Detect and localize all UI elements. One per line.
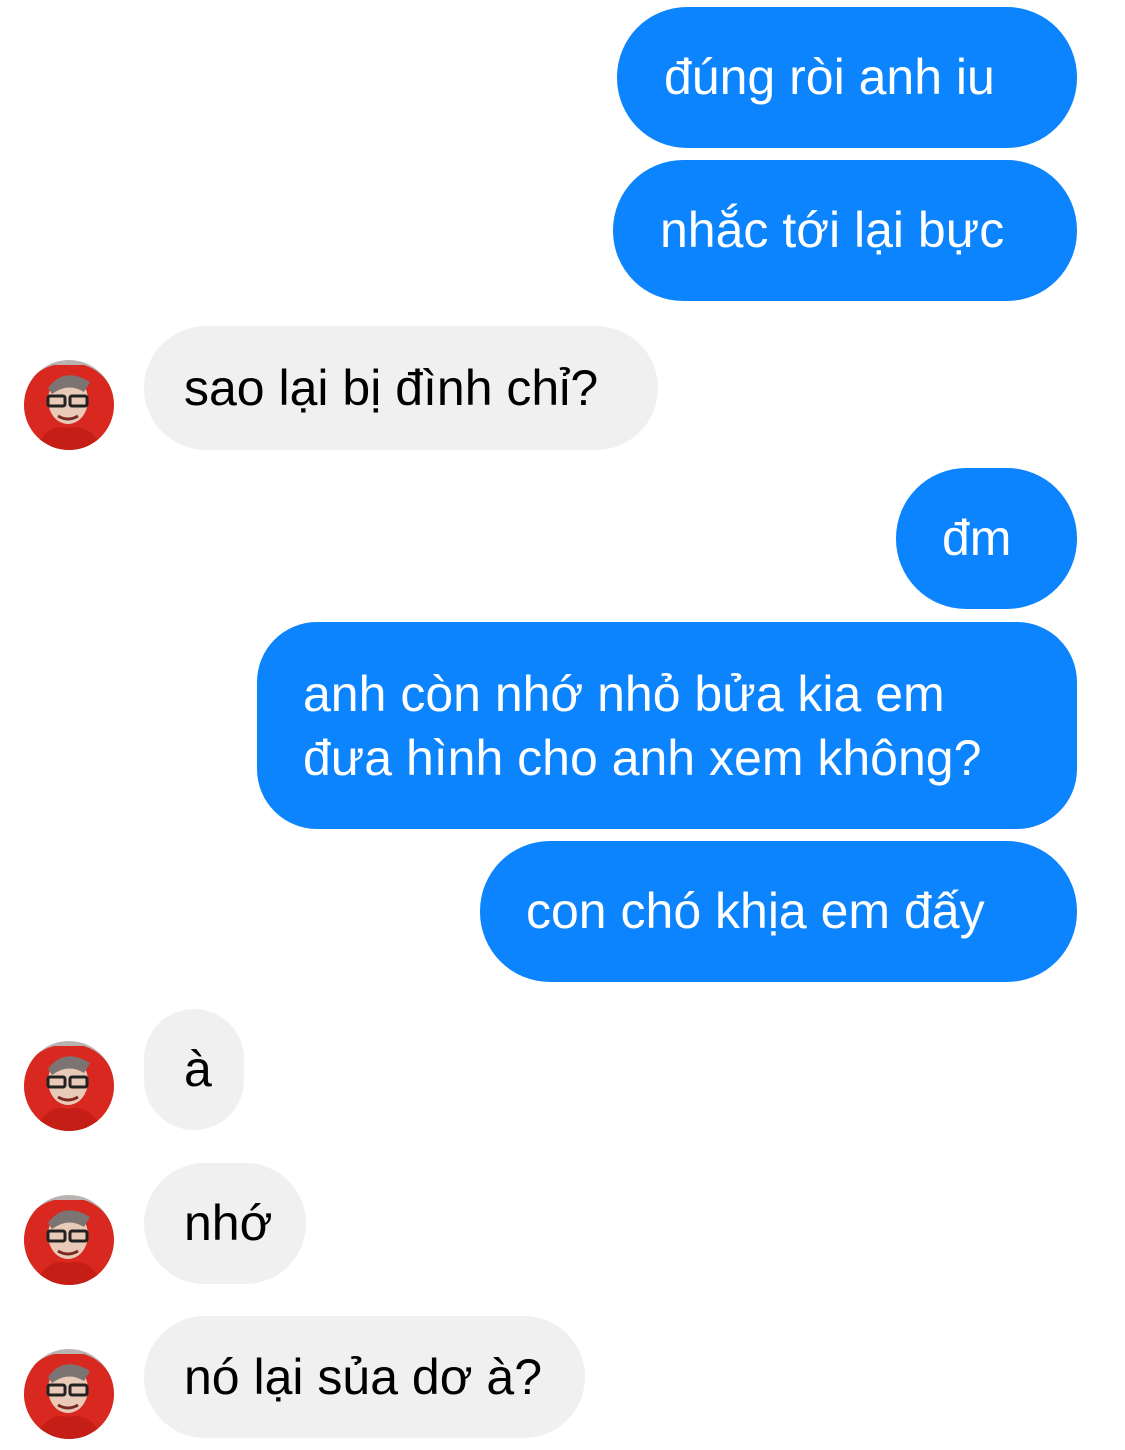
outgoing-message[interactable]: đúng ròi anh iu	[617, 7, 1077, 148]
outgoing-message[interactable]: đm	[896, 468, 1077, 609]
contact-avatar-icon	[24, 1041, 114, 1131]
message-text: nhắc tới lại bực	[660, 202, 1005, 258]
contact-avatar-icon	[24, 1195, 114, 1285]
message-text: đm	[942, 510, 1012, 566]
message-line: đưa hình cho anh xem không?	[303, 730, 982, 786]
outgoing-message[interactable]: nhắc tới lại bực	[613, 160, 1077, 301]
message-text: sao lại bị đình chỉ?	[184, 360, 599, 416]
message-line: anh còn nhớ nhỏ bửa kia em	[303, 666, 945, 722]
contact-avatar-icon	[24, 1349, 114, 1439]
outgoing-message[interactable]: con chó khịa em đấy	[480, 841, 1077, 982]
message-text: nó lại sủa dơ à?	[184, 1349, 543, 1405]
incoming-message[interactable]: nó lại sủa dơ à?	[144, 1316, 585, 1438]
message-thread[interactable]: đúng ròi anh iu nhắc tới lại bực sao lại…	[0, 0, 1125, 1450]
message-text: đúng ròi anh iu	[664, 49, 995, 105]
contact-avatar[interactable]	[24, 1349, 114, 1439]
message-text: à	[184, 1041, 212, 1097]
contact-avatar[interactable]	[24, 360, 114, 450]
contact-avatar-icon	[24, 360, 114, 450]
message-text: con chó khịa em đấy	[526, 883, 985, 939]
contact-avatar[interactable]	[24, 1041, 114, 1131]
incoming-message[interactable]: à	[144, 1009, 244, 1130]
incoming-message[interactable]: nhớ	[144, 1163, 306, 1284]
incoming-message[interactable]: sao lại bị đình chỉ?	[144, 326, 658, 450]
contact-avatar[interactable]	[24, 1195, 114, 1285]
message-text: nhớ	[184, 1195, 273, 1251]
outgoing-message[interactable]: anh còn nhớ nhỏ bửa kia em đưa hình cho …	[257, 622, 1077, 829]
